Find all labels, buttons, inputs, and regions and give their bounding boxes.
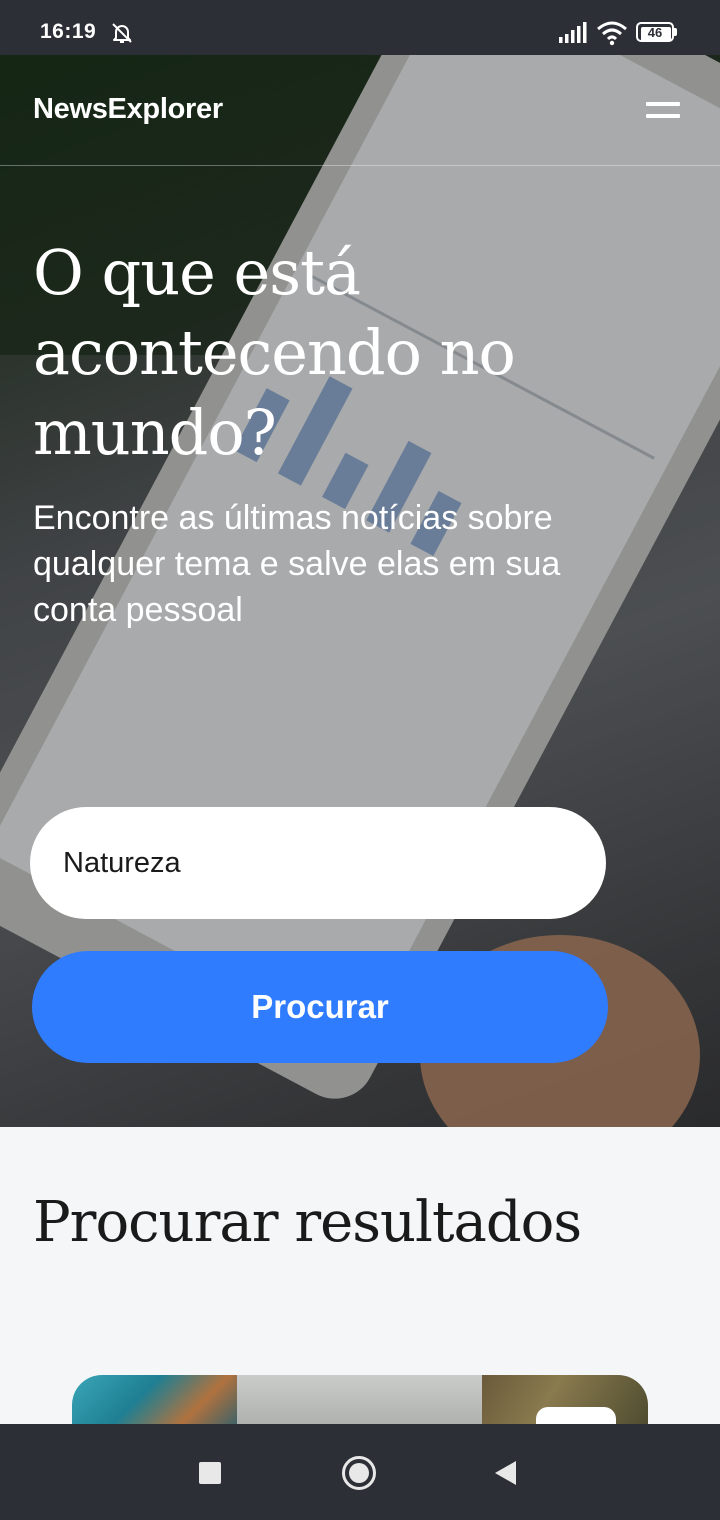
recent-apps-icon[interactable]	[199, 1462, 221, 1484]
system-nav-bar	[0, 1424, 720, 1520]
site-header: NewsExplorer	[0, 55, 720, 166]
card-image[interactable]	[237, 1375, 482, 1425]
search-input[interactable]	[30, 807, 606, 919]
card-image[interactable]	[72, 1375, 237, 1425]
hero-section: NewsExplorer O que está acontecendo no m…	[0, 55, 720, 1127]
bookmark-button[interactable]	[536, 1407, 616, 1425]
hero-subtitle: Encontre as últimas notícias sobre qualq…	[33, 499, 561, 629]
results-title: Procurar resultados	[33, 1190, 582, 1255]
status-bar: 16:19 46	[0, 0, 720, 55]
home-icon[interactable]	[342, 1456, 376, 1490]
hero-title: O que está acontecendo no mundo?	[33, 236, 516, 469]
status-time: 16:19	[40, 20, 97, 43]
back-icon[interactable]	[494, 1460, 518, 1486]
search-button[interactable]: Procurar	[32, 951, 608, 1063]
hamburger-menu-icon[interactable]	[646, 99, 682, 121]
battery-level: 46	[647, 24, 663, 40]
results-cards[interactable]	[72, 1375, 648, 1425]
wifi-icon	[597, 21, 627, 46]
bell-muted-icon	[112, 23, 132, 43]
signal-icon	[559, 22, 587, 43]
battery-icon: 46	[636, 22, 678, 44]
brand-logo[interactable]: NewsExplorer	[33, 93, 223, 126]
